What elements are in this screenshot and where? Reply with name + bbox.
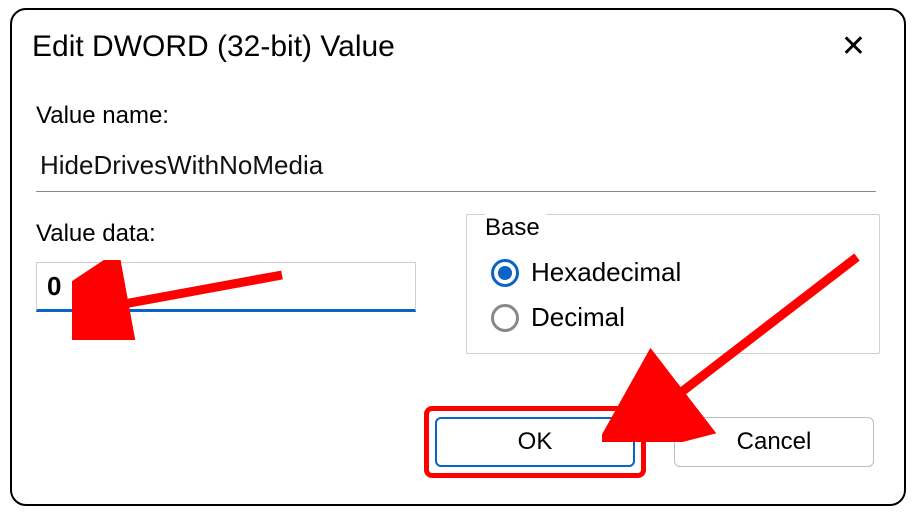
value-data-label: Value data: xyxy=(36,220,436,248)
radio-icon xyxy=(491,259,519,287)
value-data-field[interactable] xyxy=(36,262,416,312)
base-legend: Base xyxy=(485,214,546,242)
base-groupbox: Base Hexadecimal Decimal xyxy=(466,214,880,354)
dialog-content: Value name: Value data: Base Hexadecimal… xyxy=(12,74,904,354)
dialog-title: Edit DWORD (32-bit) Value xyxy=(32,30,395,64)
button-label: Cancel xyxy=(737,428,812,456)
ok-highlight-annotation: OK xyxy=(424,406,646,478)
ok-button[interactable]: OK xyxy=(435,417,635,467)
radio-hexadecimal[interactable]: Hexadecimal xyxy=(491,257,855,288)
radio-icon xyxy=(491,304,519,332)
value-name-field[interactable] xyxy=(36,144,876,192)
radio-decimal[interactable]: Decimal xyxy=(491,302,855,333)
cancel-button[interactable]: Cancel xyxy=(674,417,874,467)
close-icon[interactable]: ✕ xyxy=(833,28,874,66)
radio-label: Decimal xyxy=(531,302,625,333)
title-bar: Edit DWORD (32-bit) Value ✕ xyxy=(12,10,904,74)
edit-dword-dialog: Edit DWORD (32-bit) Value ✕ Value name: … xyxy=(10,8,906,506)
value-data-column: Value data: xyxy=(36,220,436,354)
button-label: OK xyxy=(518,428,553,456)
value-data-and-base-row: Value data: Base Hexadecimal Decimal xyxy=(36,220,880,354)
dialog-button-row: OK Cancel xyxy=(424,406,874,478)
radio-label: Hexadecimal xyxy=(531,257,681,288)
value-name-label: Value name: xyxy=(36,102,880,130)
